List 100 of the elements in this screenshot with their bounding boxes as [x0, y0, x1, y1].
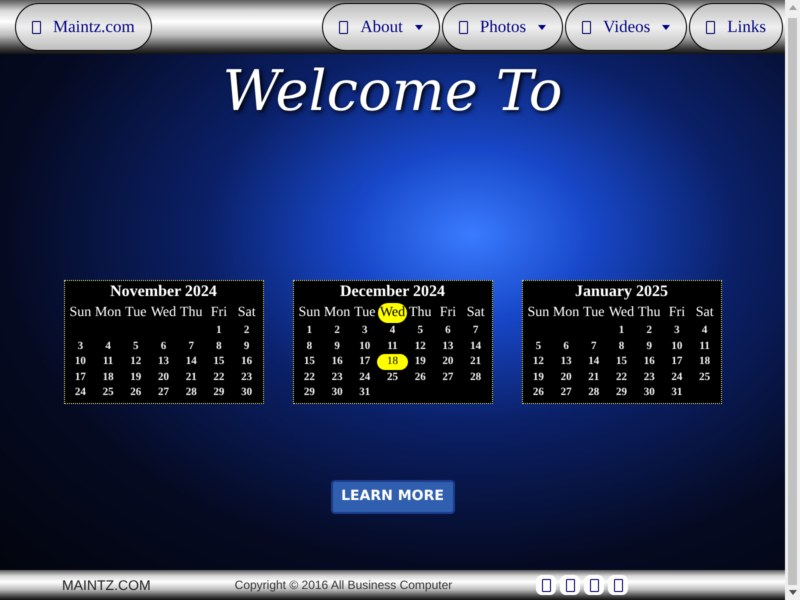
calendar-day[interactable]: 28 [470, 370, 482, 385]
learn-more-button[interactable]: LEARN MORE [330, 480, 454, 514]
calendar-day[interactable]: 22 [616, 370, 627, 385]
scroll-thumb[interactable] [788, 18, 797, 585]
calendar-day[interactable]: 31 [359, 385, 370, 400]
calendar-day[interactable]: 16 [241, 354, 252, 370]
calendar-day[interactable]: 23 [241, 370, 252, 385]
calendar-day[interactable]: 22 [304, 370, 315, 385]
calendar-day[interactable]: 29 [616, 385, 627, 400]
calendar-day[interactable]: 14 [186, 354, 197, 370]
calendar-day[interactable]: 2 [244, 323, 250, 338]
calendar-day[interactable]: 17 [74, 370, 86, 385]
calendar-day[interactable]: 1 [618, 323, 624, 338]
calendar-day[interactable]: 7 [188, 338, 194, 354]
calendar-day[interactable]: 20 [442, 354, 454, 370]
calendar-day[interactable]: 25 [102, 385, 114, 400]
calendar-day[interactable]: 9 [334, 338, 340, 354]
calendar-day[interactable]: 12 [130, 354, 142, 370]
calendar-day[interactable]: 17 [671, 354, 682, 370]
calendar-day[interactable]: 4 [390, 323, 396, 338]
calendar-day[interactable]: 26 [532, 385, 544, 400]
calendar-day[interactable]: 13 [442, 338, 454, 354]
calendar-day[interactable]: 8 [216, 338, 222, 354]
calendar-day[interactable]: 3 [78, 338, 84, 354]
calendar-day[interactable]: 30 [644, 385, 655, 400]
calendar-day[interactable]: 1 [216, 323, 222, 338]
calendar-day[interactable]: 24 [359, 370, 370, 385]
calendar-day[interactable]: 11 [699, 338, 710, 354]
calendar-day[interactable]: 4 [702, 323, 708, 338]
calendar-day[interactable]: 3 [362, 323, 368, 338]
calendar-day[interactable]: 29 [304, 385, 315, 400]
calendar-day[interactable]: 26 [414, 370, 426, 385]
calendar-day[interactable]: 10 [359, 338, 370, 354]
calendar-day[interactable]: 24 [74, 385, 86, 400]
calendar-day[interactable]: 14 [588, 354, 600, 370]
nav-button[interactable]: Photos [442, 3, 564, 51]
calendar-day[interactable]: 7 [472, 323, 478, 338]
calendar-day[interactable]: 5 [536, 338, 542, 354]
calendar-day[interactable]: 22 [213, 370, 224, 385]
calendar-day[interactable]: 19 [414, 354, 426, 370]
calendar-day[interactable]: 27 [442, 370, 454, 385]
calendar-day[interactable]: 6 [160, 338, 166, 354]
calendar-day[interactable]: 18 [699, 354, 710, 370]
calendar-day[interactable]: 9 [244, 338, 250, 354]
calendar-day[interactable]: 8 [618, 338, 624, 354]
calendar-day[interactable]: 8 [306, 338, 312, 354]
calendar-day[interactable]: 18 [377, 354, 408, 370]
calendar-day[interactable]: 15 [304, 354, 315, 370]
calendar-day[interactable]: 5 [133, 338, 139, 354]
nav-button[interactable]: About [322, 3, 440, 51]
calendar-day[interactable]: 25 [386, 370, 398, 385]
calendar-day[interactable]: 30 [241, 385, 252, 400]
calendar-day[interactable]: 6 [445, 323, 451, 338]
calendar-day[interactable]: 30 [332, 385, 343, 400]
calendar-day[interactable]: 12 [532, 354, 544, 370]
calendar-day[interactable]: 3 [674, 323, 680, 338]
calendar-day[interactable]: 10 [74, 354, 86, 370]
nav-button[interactable]: Videos [565, 3, 688, 51]
calendar-day[interactable]: 28 [588, 385, 600, 400]
calendar-day[interactable]: 12 [414, 338, 426, 354]
calendar-day[interactable]: 31 [671, 385, 682, 400]
calendar-day[interactable]: 10 [671, 338, 682, 354]
calendar-day[interactable]: 20 [560, 370, 572, 385]
calendar-day[interactable]: 4 [105, 338, 111, 354]
calendar-day[interactable]: 26 [130, 385, 142, 400]
calendar-day[interactable]: 11 [387, 338, 398, 354]
calendar-day[interactable]: 16 [644, 354, 655, 370]
calendar-day[interactable]: 21 [470, 354, 482, 370]
calendar-day[interactable]: 23 [332, 370, 343, 385]
calendar-day[interactable]: 29 [213, 385, 224, 400]
calendar-day[interactable]: 27 [560, 385, 572, 400]
calendar-day[interactable]: 20 [158, 370, 169, 385]
calendar-day[interactable]: 25 [699, 370, 710, 385]
calendar-day[interactable]: 23 [644, 370, 655, 385]
calendar-day[interactable]: 19 [130, 370, 142, 385]
calendar-day[interactable]: 5 [417, 323, 423, 338]
calendar-day[interactable]: 21 [186, 370, 197, 385]
calendar-day[interactable]: 14 [470, 338, 482, 354]
social-button[interactable] [536, 575, 556, 595]
calendar-day[interactable]: 27 [158, 385, 169, 400]
calendar-day[interactable]: 19 [532, 370, 544, 385]
calendar-day[interactable]: 7 [591, 338, 597, 354]
calendar-day[interactable]: 18 [102, 370, 114, 385]
calendar-day[interactable]: 21 [588, 370, 600, 385]
calendar-day[interactable]: 15 [213, 354, 224, 370]
calendar-day[interactable]: 15 [616, 354, 627, 370]
scroll-down-icon[interactable] [788, 590, 796, 595]
calendar-day[interactable]: 13 [560, 354, 572, 370]
calendar-day[interactable]: 28 [186, 385, 197, 400]
calendar-day[interactable]: 1 [306, 323, 312, 338]
calendar-day[interactable]: 11 [102, 354, 114, 370]
calendar-day[interactable]: 17 [359, 354, 370, 370]
nav-button[interactable]: Maintz.com [15, 3, 152, 51]
nav-button[interactable]: Links [689, 3, 783, 51]
calendar-day[interactable]: 24 [671, 370, 682, 385]
calendar-day[interactable]: 13 [158, 354, 169, 370]
social-button[interactable] [584, 575, 604, 595]
calendar-day[interactable]: 6 [563, 338, 569, 354]
calendar-day[interactable]: 16 [332, 354, 343, 370]
social-button[interactable] [608, 575, 628, 595]
